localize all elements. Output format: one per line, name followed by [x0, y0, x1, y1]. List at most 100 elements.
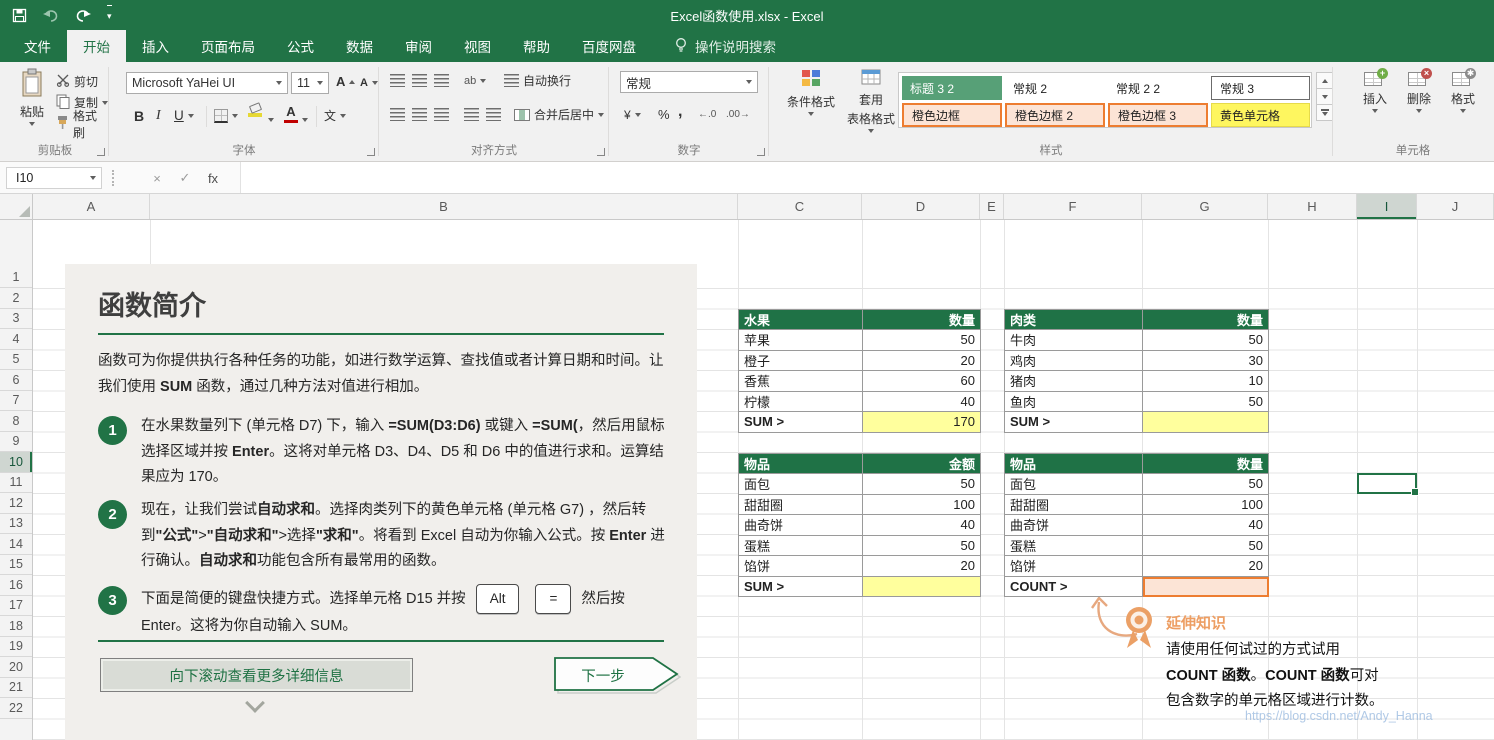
cell[interactable]: 牛肉 — [1005, 330, 1143, 351]
increase-indent-button[interactable] — [486, 105, 501, 124]
bold-button[interactable]: B — [134, 106, 144, 125]
wrap-text-button[interactable]: 自动换行 — [504, 71, 571, 90]
cell[interactable]: 甜甜圈 — [739, 494, 863, 515]
align-bottom-button[interactable] — [434, 71, 449, 90]
tab-help[interactable]: 帮助 — [507, 30, 566, 62]
row-header-3[interactable]: 3 — [0, 309, 32, 329]
cell[interactable]: 50 — [1143, 474, 1269, 495]
cell[interactable]: 柠檬 — [739, 391, 863, 412]
tab-baidu-netdisk[interactable]: 百度网盘 — [566, 30, 652, 62]
row-header-4[interactable]: 4 — [0, 329, 32, 350]
cell-style-orange-border-2[interactable]: 橙色边框 2 — [1005, 103, 1105, 127]
cell[interactable]: 20 — [1143, 556, 1269, 577]
column-header-D[interactable]: D — [862, 194, 980, 219]
insert-function-button[interactable]: fx — [202, 167, 224, 189]
table-header-cell[interactable]: 物品 — [739, 453, 863, 474]
next-step-button[interactable]: 下一步 — [553, 656, 682, 694]
dialog-launcher-icon[interactable] — [367, 148, 375, 156]
row-header-16[interactable]: 16 — [0, 575, 32, 596]
table-header-cell[interactable]: 数量 — [863, 309, 981, 330]
gallery-scroll-up[interactable] — [1316, 72, 1333, 89]
cut-button[interactable]: 剪切 — [56, 72, 98, 91]
column-header-C[interactable]: C — [738, 194, 862, 219]
column-header-I[interactable]: I — [1357, 194, 1417, 219]
align-top-button[interactable] — [390, 71, 405, 90]
footer-label-cell[interactable]: SUM > — [739, 576, 863, 597]
row-header-7[interactable]: 7 — [0, 391, 32, 411]
accounting-format-button[interactable]: ¥ — [624, 105, 641, 124]
cell[interactable]: 蛋糕 — [739, 535, 863, 556]
cell[interactable]: 10 — [1143, 371, 1269, 392]
font-color-button[interactable]: A — [284, 104, 298, 123]
cell[interactable]: 面包 — [1005, 474, 1143, 495]
cell[interactable]: 40 — [863, 391, 981, 412]
fill-color-button[interactable] — [248, 102, 262, 123]
selected-cell[interactable] — [1357, 473, 1419, 496]
row-header-10[interactable]: 10 — [0, 452, 32, 473]
cell[interactable]: 馅饼 — [739, 556, 863, 577]
cell[interactable]: 橙子 — [739, 350, 863, 371]
name-box[interactable]: I10 — [6, 167, 102, 189]
cell[interactable]: 甜甜圈 — [1005, 494, 1143, 515]
orientation-button[interactable]: ab — [464, 71, 487, 90]
cell[interactable]: 50 — [1143, 391, 1269, 412]
cell[interactable]: 猪肉 — [1005, 371, 1143, 392]
row-header-9[interactable]: 9 — [0, 432, 32, 452]
cell[interactable]: 60 — [863, 371, 981, 392]
formula-bar-drag-handle[interactable] — [112, 170, 114, 186]
column-header-E[interactable]: E — [980, 194, 1004, 219]
cell-style-orange-border-3[interactable]: 橙色边框 3 — [1108, 103, 1208, 127]
cell-style-normal-2[interactable]: 常规 2 — [1005, 76, 1105, 100]
paste-button[interactable]: 粘贴 — [10, 68, 54, 142]
number-format-combo[interactable]: 常规 — [620, 71, 758, 93]
footer-label-cell[interactable]: SUM > — [1005, 412, 1143, 433]
cell-style-title-3-2[interactable]: 标题 3 2 — [902, 76, 1002, 100]
tab-formulas[interactable]: 公式 — [271, 30, 330, 62]
fill-color-caret[interactable] — [268, 110, 274, 129]
format-cells-button[interactable]: ✱ 格式 — [1442, 68, 1484, 146]
cell-style-orange-border[interactable]: 橙色边框 — [902, 103, 1002, 127]
row-header-1[interactable]: 1 — [0, 220, 32, 288]
cell[interactable]: 100 — [1143, 494, 1269, 515]
tell-me-search[interactable]: 操作说明搜索 — [674, 30, 776, 62]
tab-file[interactable]: 文件 — [8, 30, 67, 62]
table-header-cell[interactable]: 数量 — [1143, 453, 1269, 474]
tab-view[interactable]: 视图 — [448, 30, 507, 62]
cell[interactable]: 曲奇饼 — [739, 515, 863, 536]
row-header-17[interactable]: 17 — [0, 596, 32, 616]
table-header-cell[interactable]: 物品 — [1005, 453, 1143, 474]
conditional-formatting-button[interactable]: 条件格式 — [782, 68, 840, 152]
cell[interactable]: 30 — [1143, 350, 1269, 371]
row-header-2[interactable]: 2 — [0, 288, 32, 309]
percent-style-button[interactable]: % — [658, 105, 670, 124]
row-header-15[interactable]: 15 — [0, 555, 32, 575]
footer-value-cell[interactable] — [863, 576, 981, 597]
decrease-decimal-button[interactable]: .00→ — [726, 105, 750, 124]
footer-value-cell[interactable]: 170 — [863, 412, 981, 433]
footer-value-cell[interactable] — [1143, 576, 1269, 597]
decrease-indent-button[interactable] — [464, 105, 479, 124]
column-header-G[interactable]: G — [1142, 194, 1268, 219]
row-header-11[interactable]: 11 — [0, 473, 32, 493]
table-header-cell[interactable]: 肉类 — [1005, 309, 1143, 330]
gallery-more-button[interactable] — [1316, 104, 1333, 121]
underline-button[interactable]: U — [174, 106, 194, 125]
cell[interactable]: 50 — [863, 535, 981, 556]
row-header-19[interactable]: 19 — [0, 637, 32, 657]
tab-insert[interactable]: 插入 — [126, 30, 185, 62]
footer-label-cell[interactable]: COUNT > — [1005, 576, 1143, 597]
tab-review[interactable]: 审阅 — [389, 30, 448, 62]
cell[interactable]: 香蕉 — [739, 371, 863, 392]
cell[interactable]: 面包 — [739, 474, 863, 495]
font-color-caret[interactable] — [302, 110, 308, 129]
cell-style-normal-3[interactable]: 常规 3 — [1211, 76, 1310, 100]
select-all-corner[interactable] — [0, 194, 33, 220]
cell[interactable]: 20 — [863, 556, 981, 577]
row-header-21[interactable]: 21 — [0, 678, 32, 698]
footer-label-cell[interactable]: SUM > — [739, 412, 863, 433]
row-header-14[interactable]: 14 — [0, 534, 32, 555]
cell[interactable]: 40 — [863, 515, 981, 536]
cell-style-normal-2-2[interactable]: 常规 2 2 — [1108, 76, 1208, 100]
phonetic-guide-button[interactable]: 文 — [324, 106, 347, 125]
column-header-F[interactable]: F — [1004, 194, 1142, 219]
